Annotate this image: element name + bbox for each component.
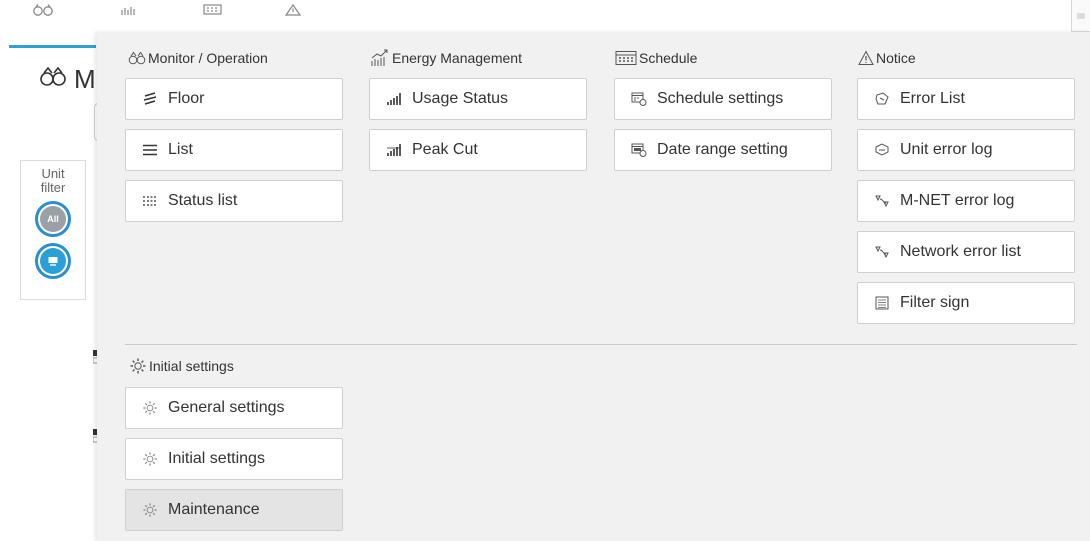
menu-item-usage-status[interactable]: Usage Status (369, 78, 587, 120)
floor-layers-icon (142, 91, 158, 107)
section-schedule: Schedule (615, 48, 697, 68)
menu-item-label: Initial settings (168, 450, 265, 467)
section-monitor-operation: Monitor / Operation (128, 48, 268, 68)
bar-signal-icon (386, 91, 402, 107)
menu-item-label: List (168, 141, 193, 158)
calendar-gear-icon (631, 91, 647, 107)
section-notice: Notice (858, 48, 916, 68)
menu-item-label: Network error list (900, 243, 1021, 260)
filter-sign-icon (874, 295, 890, 311)
menu-item-network-error-list[interactable]: Network error list (857, 231, 1075, 273)
menu-item-mnet-error-log[interactable]: M-NET error log (857, 180, 1075, 222)
menu-item-status-list[interactable]: Status list (125, 180, 343, 222)
menu-item-label: Unit error log (900, 141, 993, 158)
section-divider (125, 344, 1077, 345)
calendar-icon[interactable] (203, 2, 223, 18)
network-error-icon (874, 244, 890, 260)
page-title: M (40, 64, 96, 94)
panel-toggle-button[interactable] (1071, 0, 1090, 32)
gear-icon (142, 451, 158, 467)
gear-icon (142, 400, 158, 416)
bar-signal-icon (386, 142, 402, 158)
menu-item-label: M-NET error log (900, 192, 1015, 209)
menu-item-label: Maintenance (168, 501, 260, 518)
gear-icon (129, 357, 147, 375)
app-window: M Unit filter All Monitor / Operation Fl… (0, 0, 1090, 541)
unit-filter-panel: Unit filter All (20, 160, 86, 300)
network-error-icon (874, 193, 890, 209)
status-grid-icon (142, 193, 158, 209)
filter-unit-button[interactable] (35, 243, 71, 279)
energy-chart-icon (370, 49, 390, 67)
menu-item-label: Date range setting (657, 141, 788, 158)
menu-item-label: Peak Cut (412, 141, 478, 158)
menu-item-label: Status list (168, 192, 238, 209)
menu-item-label: Error List (900, 90, 965, 107)
gear-icon (142, 502, 158, 518)
indoor-unit-icon (40, 248, 66, 274)
section-title: Initial settings (149, 358, 234, 374)
calendar-icon (615, 50, 637, 66)
menu-item-filter-sign[interactable]: Filter sign (857, 282, 1075, 324)
menu-item-list[interactable]: List (125, 129, 343, 171)
menu-item-label: Schedule settings (657, 90, 784, 107)
main-menu-panel: Monitor / Operation Floor List Status li… (97, 32, 1090, 541)
menu-item-date-range-setting[interactable]: Date range setting (614, 129, 832, 171)
unit-filter-label: Unit filter (40, 166, 66, 195)
warning-icon (858, 50, 874, 66)
binoculars-icon[interactable] (32, 2, 54, 18)
menu-item-unit-error-log[interactable]: Unit error log (857, 129, 1075, 171)
section-title: Monitor / Operation (148, 50, 268, 66)
filter-all-button[interactable]: All (35, 201, 71, 237)
menu-item-peak-cut[interactable]: Peak Cut (369, 129, 587, 171)
menu-item-label: Filter sign (900, 294, 970, 311)
calendar-range-icon (631, 142, 647, 158)
binoculars-icon (40, 66, 66, 92)
unit-error-icon (874, 142, 890, 158)
section-title: Notice (876, 50, 916, 66)
binoculars-icon (128, 51, 146, 65)
menu-item-schedule-settings[interactable]: Schedule settings (614, 78, 832, 120)
menu-item-floor[interactable]: Floor (125, 78, 343, 120)
menu-item-error-list[interactable]: Error List (857, 78, 1075, 120)
menu-item-label: Usage Status (412, 90, 509, 107)
filter-all-label: All (40, 206, 66, 232)
section-initial-settings: Initial settings (129, 356, 234, 376)
menu-item-initial-settings[interactable]: Initial settings (125, 438, 343, 480)
section-energy-management: Energy Management (370, 48, 522, 68)
active-tab-indicator (9, 45, 96, 48)
error-tag-icon (874, 91, 890, 107)
page-title-text: M (74, 64, 96, 94)
menu-item-label: General settings (168, 399, 285, 416)
section-title: Schedule (639, 50, 698, 66)
section-title: Energy Management (392, 50, 522, 66)
energy-bars-icon[interactable] (120, 2, 136, 18)
menu-item-general-settings[interactable]: General settings (125, 387, 343, 429)
menu-item-label: Floor (168, 90, 205, 107)
menu-item-maintenance[interactable]: Maintenance (125, 489, 343, 531)
list-lines-icon (142, 142, 158, 158)
warning-icon[interactable] (285, 2, 301, 18)
